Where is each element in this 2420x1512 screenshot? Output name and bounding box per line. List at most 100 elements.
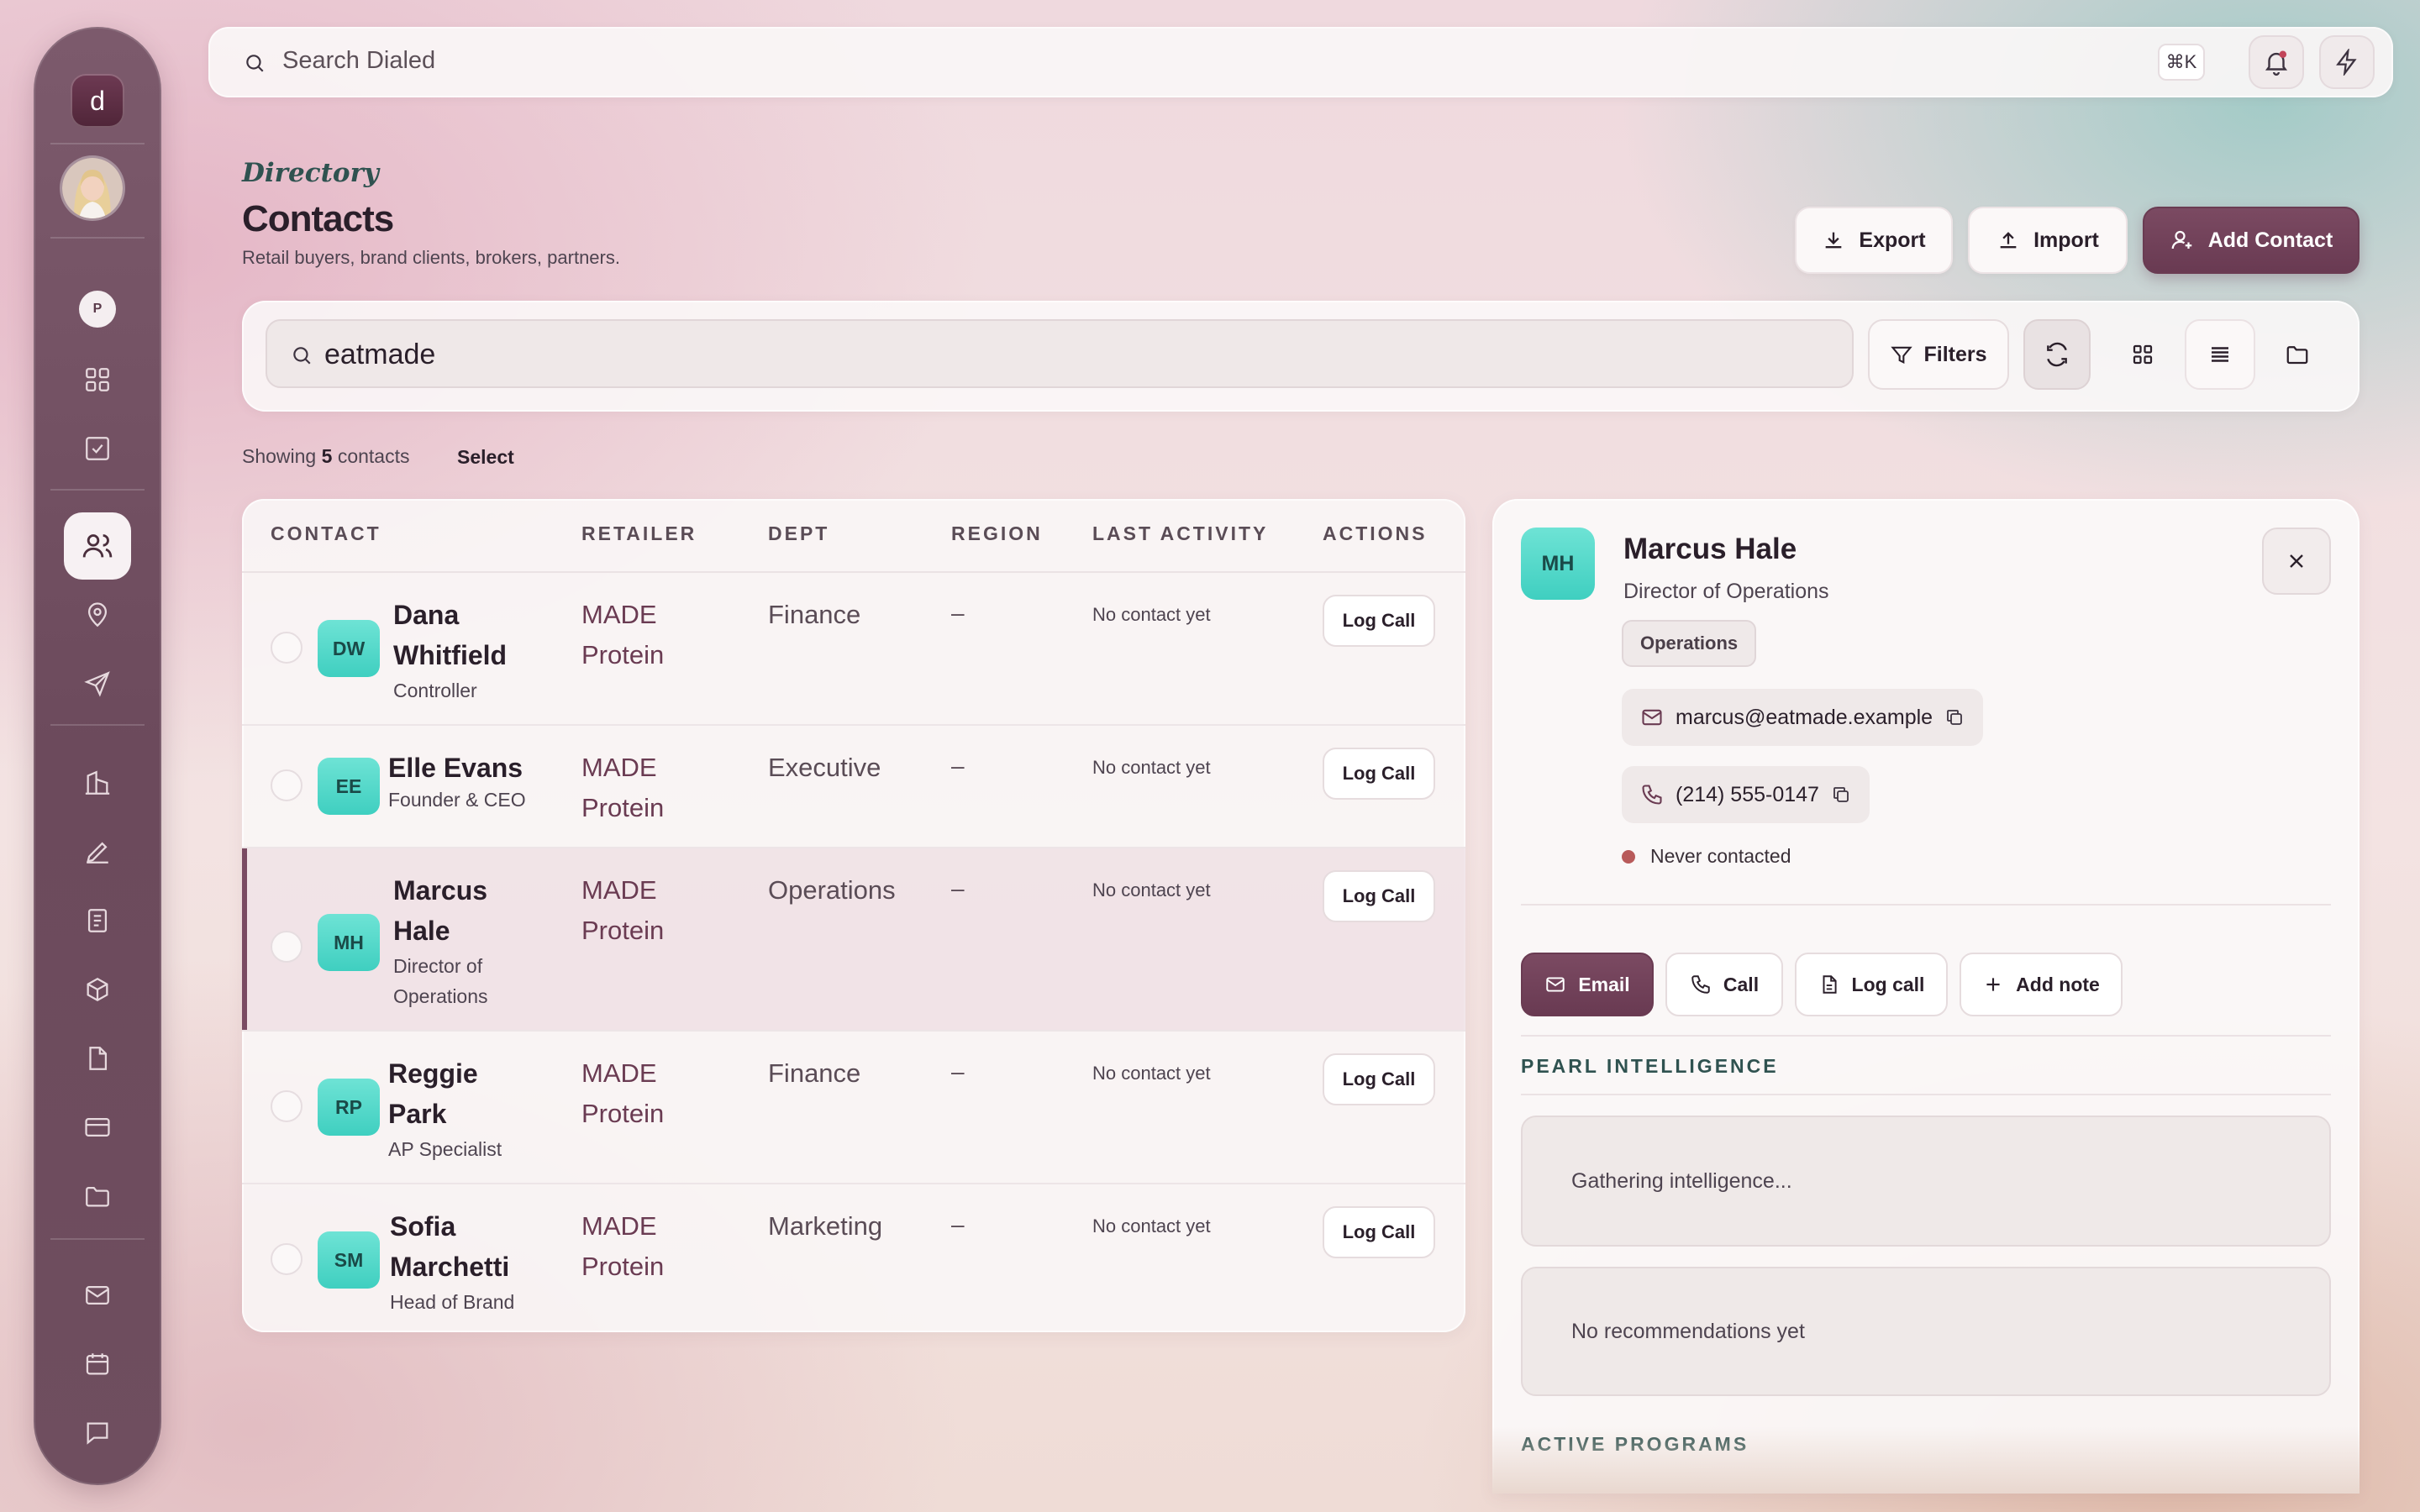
chat-icon[interactable] xyxy=(71,1406,124,1460)
panel-divider xyxy=(1521,1094,2331,1095)
mail-icon[interactable] xyxy=(71,1268,124,1322)
contact-name[interactable]: Reggie Park xyxy=(388,1053,531,1134)
import-button[interactable]: Import xyxy=(1968,207,2128,274)
detail-avatar: MH xyxy=(1521,528,1595,600)
folder-view-button[interactable] xyxy=(2262,319,2333,390)
package-icon[interactable] xyxy=(71,963,124,1016)
global-search-placeholder[interactable]: Search Dialed xyxy=(282,47,435,75)
credit-card-icon[interactable] xyxy=(71,1100,124,1154)
table-row[interactable]: DW Dana Whitfield Controller MADE Protei… xyxy=(242,573,1465,726)
dashboard-icon[interactable] xyxy=(71,353,124,407)
table-row[interactable]: SM Sofia Marchetti Head of Brand MADE Pr… xyxy=(242,1184,1465,1332)
quick-actions-button[interactable] xyxy=(2319,35,2375,89)
contact-region: – xyxy=(951,875,965,901)
phone-chip[interactable]: (214) 555-0147 xyxy=(1622,766,1870,823)
column-header-last-activity[interactable]: LAST ACTIVITY xyxy=(1092,522,1268,545)
plus-icon xyxy=(1982,974,2004,995)
contact-avatar: EE xyxy=(318,758,380,815)
filters-button[interactable]: Filters xyxy=(1868,319,2009,390)
add-contact-button[interactable]: Add Contact xyxy=(2143,207,2360,274)
book-icon[interactable] xyxy=(71,894,124,948)
contact-search-input[interactable] xyxy=(324,333,1820,376)
bell-icon xyxy=(2262,48,2291,76)
contact-search[interactable] xyxy=(266,319,1854,388)
contact-title: AP Specialist xyxy=(388,1138,502,1160)
log-call-button[interactable]: Log Call xyxy=(1323,595,1435,647)
contact-region: – xyxy=(951,753,965,779)
results-prefix: Showing xyxy=(242,445,317,467)
select-button[interactable]: Select xyxy=(457,446,514,469)
row-checkbox[interactable] xyxy=(271,632,302,664)
copy-icon[interactable] xyxy=(1944,707,1965,727)
filters-label: Filters xyxy=(1923,342,1987,366)
location-icon[interactable] xyxy=(71,588,124,642)
search-icon xyxy=(291,344,313,366)
copy-icon[interactable] xyxy=(1831,785,1851,805)
shortcut-hint: ⌘K xyxy=(2158,44,2205,81)
row-checkbox[interactable] xyxy=(271,1090,302,1122)
list-view-button[interactable] xyxy=(2185,319,2255,390)
contact-name[interactable]: Sofia Marchetti xyxy=(390,1206,533,1287)
mail-icon xyxy=(1544,974,1566,995)
contact-dept: Finance xyxy=(768,600,861,629)
global-search-bar[interactable]: Search Dialed ⌘K xyxy=(208,27,2393,97)
tasks-icon[interactable] xyxy=(71,422,124,475)
log-call-label: Log call xyxy=(1851,973,1925,995)
log-call-button[interactable]: Log Call xyxy=(1323,1206,1435,1258)
upload-icon xyxy=(1996,228,2020,252)
add-note-button[interactable]: Add note xyxy=(1960,953,2123,1016)
table-row[interactable]: RP Reggie Park AP Specialist MADE Protei… xyxy=(242,1032,1465,1184)
log-call-panel-button[interactable]: Log call xyxy=(1795,953,1948,1016)
page-title: Contacts xyxy=(242,198,394,239)
refresh-icon xyxy=(2044,341,2070,368)
contact-title: Controller xyxy=(393,680,477,701)
column-header-region[interactable]: REGION xyxy=(951,522,1043,545)
workspace-badge[interactable]: P xyxy=(79,291,116,328)
row-checkbox[interactable] xyxy=(271,1243,302,1275)
contact-name[interactable]: Elle Evans xyxy=(388,748,573,788)
contact-avatar: MH xyxy=(318,914,380,971)
folder-icon[interactable] xyxy=(71,1169,124,1223)
intelligence-card: Gathering intelligence... xyxy=(1521,1116,2331,1247)
log-call-button[interactable]: Log Call xyxy=(1323,1053,1435,1105)
sidebar-divider xyxy=(50,143,145,144)
email-chip[interactable]: marcus@eatmade.example xyxy=(1622,689,1984,746)
contact-avatar: DW xyxy=(318,620,380,677)
column-header-retailer[interactable]: RETAILER xyxy=(581,522,697,545)
lightning-icon xyxy=(2333,49,2360,76)
notifications-button[interactable] xyxy=(2249,35,2304,89)
table-row[interactable]: EE Elle Evans Founder & CEO MADE Protein… xyxy=(242,726,1465,848)
status-dot xyxy=(1622,849,1635,864)
contact-title: Director of Operations xyxy=(393,955,488,1007)
send-icon[interactable] xyxy=(71,657,124,711)
row-checkbox[interactable] xyxy=(271,931,302,963)
contact-name[interactable]: Dana Whitfield xyxy=(393,595,536,675)
refresh-button[interactable] xyxy=(2023,319,2091,390)
list-icon xyxy=(2207,342,2233,367)
close-panel-button[interactable] xyxy=(2262,528,2331,595)
pencil-icon[interactable] xyxy=(71,825,124,879)
panel-divider xyxy=(1521,1035,2331,1037)
column-header-contact[interactable]: CONTACT xyxy=(271,522,381,545)
column-header-dept[interactable]: DEPT xyxy=(768,522,829,545)
contacts-icon[interactable] xyxy=(64,512,131,580)
detail-phone[interactable]: (214) 555-0147 xyxy=(1676,783,1819,807)
row-checkbox[interactable] xyxy=(271,769,302,801)
building-icon[interactable] xyxy=(71,756,124,810)
contact-last-activity: No contact yet xyxy=(1092,757,1211,778)
export-button[interactable]: Export xyxy=(1795,207,1953,274)
log-call-button[interactable]: Log Call xyxy=(1323,870,1435,922)
phone-icon xyxy=(1690,974,1712,995)
grid-view-button[interactable] xyxy=(2107,319,2178,390)
contact-last-activity: No contact yet xyxy=(1092,879,1211,900)
file-icon[interactable] xyxy=(71,1032,124,1085)
detail-email[interactable]: marcus@eatmade.example xyxy=(1676,706,1933,730)
user-avatar[interactable] xyxy=(62,158,123,218)
calendar-icon[interactable] xyxy=(71,1337,124,1391)
app-logo[interactable]: d xyxy=(71,74,124,128)
email-button[interactable]: Email xyxy=(1521,953,1654,1016)
log-call-button[interactable]: Log Call xyxy=(1323,748,1435,800)
call-button[interactable]: Call xyxy=(1665,953,1783,1016)
contact-name[interactable]: Marcus Hale xyxy=(393,870,536,951)
table-row-selected[interactable]: MH Marcus Hale Director of Operations MA… xyxy=(242,848,1465,1032)
